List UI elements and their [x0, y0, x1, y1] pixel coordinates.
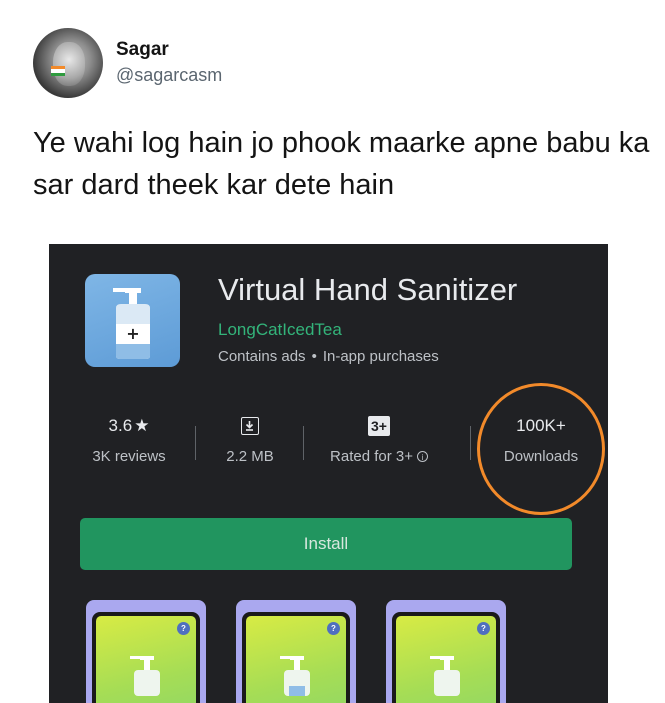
- in-app-purchases-label: In-app purchases: [322, 348, 439, 365]
- size-stat: 2.2 MB: [200, 414, 300, 465]
- tweet-text: Ye wahi log hain jo phook maarke apne ba…: [33, 127, 650, 201]
- sanitizer-bottle-icon: [430, 656, 460, 696]
- install-button[interactable]: Install: [80, 518, 572, 570]
- sanitizer-bottle-icon: [280, 656, 310, 696]
- contains-ads-label: Contains ads: [218, 348, 306, 365]
- svg-text:+: +: [126, 324, 139, 343]
- screenshot-thumbnail[interactable]: ?: [86, 600, 206, 703]
- screenshot-thumbnail[interactable]: ?: [386, 600, 506, 703]
- tweet-header: Sagar @sagarcasm: [33, 28, 222, 98]
- avatar[interactable]: [33, 28, 103, 98]
- content-rating-stat[interactable]: 3+ Rated for 3+ i: [319, 414, 439, 465]
- size-label: 2.2 MB: [226, 448, 274, 465]
- stat-divider: [195, 426, 196, 460]
- author-handle[interactable]: @sagarcasm: [116, 62, 222, 88]
- screenshot-thumbnail[interactable]: ?: [236, 600, 356, 703]
- app-meta: Contains ads • In-app purchases: [218, 348, 439, 365]
- star-icon: ★: [134, 416, 150, 435]
- rating-stat[interactable]: 3.6 ★ 3K reviews: [79, 414, 179, 465]
- stat-divider: [470, 426, 471, 460]
- help-icon: ?: [177, 622, 190, 635]
- flag-icon: [51, 66, 65, 76]
- help-icon: ?: [327, 622, 340, 635]
- sanitizer-bottle-icon: +: [85, 274, 180, 367]
- play-store-screenshot: + Virtual Hand Sanitizer LongCatIcedTea …: [49, 244, 608, 703]
- developer-link[interactable]: LongCatIcedTea: [218, 320, 342, 340]
- app-title: Virtual Hand Sanitizer: [218, 272, 518, 307]
- meta-separator: •: [311, 348, 317, 365]
- stat-divider: [303, 426, 304, 460]
- author-name[interactable]: Sagar: [116, 38, 222, 62]
- sanitizer-bottle-icon: [130, 656, 160, 696]
- reviews-label: 3K reviews: [92, 448, 166, 465]
- help-icon: ?: [477, 622, 490, 635]
- info-icon[interactable]: i: [416, 451, 428, 462]
- content-rating-label: Rated for 3+: [330, 448, 413, 465]
- rating-value: 3.6: [108, 416, 133, 435]
- download-size-icon: [241, 417, 259, 435]
- orange-annotation-circle: [477, 383, 605, 515]
- rating-badge-icon: 3+: [368, 416, 390, 436]
